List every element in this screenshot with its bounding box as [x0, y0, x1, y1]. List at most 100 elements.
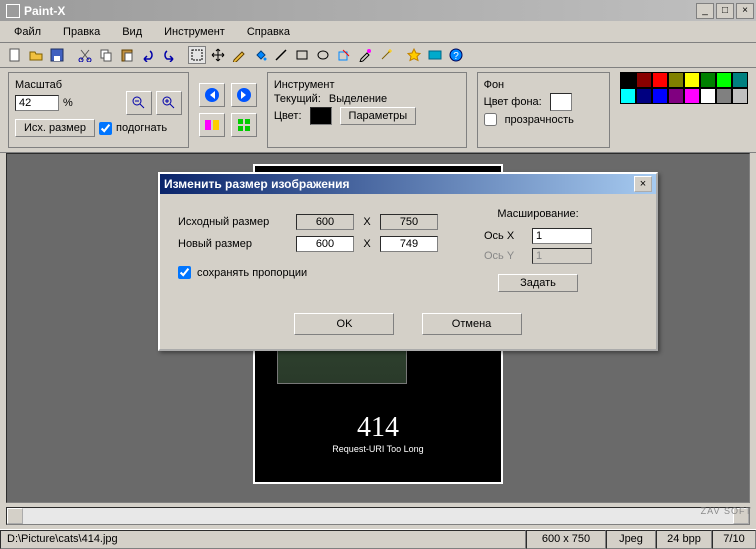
tool-params-button[interactable]: Параметры — [340, 107, 417, 125]
image-caption: 414 Request-URI Too Long — [255, 412, 501, 454]
open-icon[interactable] — [27, 46, 45, 64]
copy-icon[interactable] — [97, 46, 115, 64]
pencil-icon[interactable] — [230, 46, 248, 64]
new-width-input[interactable] — [296, 236, 354, 252]
zoom-legend: Масштаб — [15, 79, 182, 91]
minimize-button[interactable]: _ — [696, 3, 714, 19]
wand-icon[interactable] — [377, 46, 395, 64]
palette-color[interactable] — [636, 72, 652, 88]
tool-color-label: Цвет: — [274, 110, 302, 122]
nav-split-button[interactable] — [199, 113, 225, 137]
palette-color[interactable] — [668, 72, 684, 88]
orig-width-input — [296, 214, 354, 230]
menu-edit[interactable]: Правка — [53, 24, 110, 40]
set-button[interactable]: Задать — [498, 274, 578, 292]
status-index: 7/10 — [712, 530, 756, 549]
redo-icon[interactable] — [160, 46, 178, 64]
paste-icon[interactable] — [118, 46, 136, 64]
palette-color[interactable] — [620, 88, 636, 104]
cut-icon[interactable] — [76, 46, 94, 64]
status-bpp: 24 bpp — [656, 530, 712, 549]
bg-panel: Фон Цвет фона: прозрачность — [477, 72, 610, 148]
new-icon[interactable] — [6, 46, 24, 64]
menu-help[interactable]: Справка — [237, 24, 300, 40]
nav-grid-button[interactable] — [231, 113, 257, 137]
palette-color[interactable] — [716, 88, 732, 104]
palette-color[interactable] — [700, 72, 716, 88]
watermark: ZAV SOFT — [701, 506, 752, 516]
status-dimensions: 600 x 750 — [526, 530, 606, 549]
window-controls: _ □ × — [696, 3, 754, 19]
palette-color[interactable] — [700, 88, 716, 104]
dialog-close-button[interactable]: × — [634, 176, 652, 192]
rect-icon[interactable] — [293, 46, 311, 64]
zoom-out-button[interactable] — [126, 91, 152, 115]
cancel-button[interactable]: Отмена — [422, 313, 522, 335]
palette-color[interactable] — [684, 72, 700, 88]
app-icon — [6, 4, 20, 18]
palette-color[interactable] — [652, 88, 668, 104]
bg-legend: Фон — [484, 79, 603, 91]
menu-view[interactable]: Вид — [112, 24, 152, 40]
scale-x-input[interactable] — [532, 228, 592, 244]
nav-first-button[interactable] — [199, 83, 225, 107]
fill-icon[interactable] — [251, 46, 269, 64]
undo-icon[interactable] — [139, 46, 157, 64]
zoom-input[interactable] — [15, 95, 59, 111]
zoom-panel: Масштаб % Исх. размер подогнать — [8, 72, 189, 148]
palette-color[interactable] — [732, 88, 748, 104]
x-separator: X — [362, 216, 372, 228]
effects-icon[interactable] — [426, 46, 444, 64]
new-height-input[interactable] — [380, 236, 438, 252]
tool-color-swatch[interactable] — [310, 107, 332, 125]
palette-color[interactable] — [716, 72, 732, 88]
caption-text: Request-URI Too Long — [255, 444, 501, 454]
ellipse-icon[interactable] — [314, 46, 332, 64]
save-icon[interactable] — [48, 46, 66, 64]
x-separator: X — [362, 238, 372, 250]
palette-color[interactable] — [732, 72, 748, 88]
star-icon[interactable] — [405, 46, 423, 64]
menu-file[interactable]: Файл — [4, 24, 51, 40]
move-icon[interactable] — [209, 46, 227, 64]
palette-color[interactable] — [652, 72, 668, 88]
tool-panel: Инструмент Текущий: Выделение Цвет: Пара… — [267, 72, 467, 148]
axis-y-label: Ось Y — [484, 250, 524, 262]
status-bar: D:\Picture\cats\414.jpg 600 x 750 Jpeg 2… — [0, 529, 756, 549]
menu-tool[interactable]: Инструмент — [154, 24, 235, 40]
transparency-checkbox[interactable] — [484, 113, 497, 126]
palette-color[interactable] — [684, 88, 700, 104]
caption-number: 414 — [255, 412, 501, 444]
color-palette — [620, 72, 748, 148]
status-format: Jpeg — [606, 530, 656, 549]
ok-button[interactable]: OK — [294, 313, 394, 335]
maximize-button[interactable]: □ — [716, 3, 734, 19]
select-rect-icon[interactable] — [188, 46, 206, 64]
title-bar: Paint-X _ □ × — [0, 0, 756, 21]
palette-color[interactable] — [636, 88, 652, 104]
eyedrop-icon[interactable] — [356, 46, 374, 64]
nav-next-button[interactable] — [231, 83, 257, 107]
orig-height-input — [380, 214, 438, 230]
svg-text:?: ? — [453, 51, 459, 62]
zoom-in-button[interactable] — [156, 91, 182, 115]
close-button[interactable]: × — [736, 3, 754, 19]
tool-legend: Инструмент — [274, 79, 460, 91]
palette-color[interactable] — [620, 72, 636, 88]
menu-bar: Файл Правка Вид Инструмент Справка — [0, 21, 756, 43]
palette-color[interactable] — [668, 88, 684, 104]
scroll-left-arrow[interactable] — [7, 508, 23, 524]
current-tool-label: Текущий: — [274, 93, 321, 105]
bg-color-label: Цвет фона: — [484, 96, 542, 108]
dialog-title-bar[interactable]: Изменить размер изображения × — [160, 174, 656, 194]
horizontal-scrollbar[interactable] — [6, 507, 750, 525]
help-icon[interactable]: ? — [447, 46, 465, 64]
bg-color-swatch[interactable] — [550, 93, 572, 111]
zoom-reset-button[interactable]: Исх. размер — [15, 119, 95, 137]
fit-checkbox[interactable] — [99, 122, 112, 135]
clear-icon[interactable] — [335, 46, 353, 64]
line-icon[interactable] — [272, 46, 290, 64]
scroll-track[interactable] — [23, 508, 733, 524]
keep-ratio-checkbox[interactable] — [178, 266, 191, 279]
zoom-percent: % — [63, 97, 73, 109]
